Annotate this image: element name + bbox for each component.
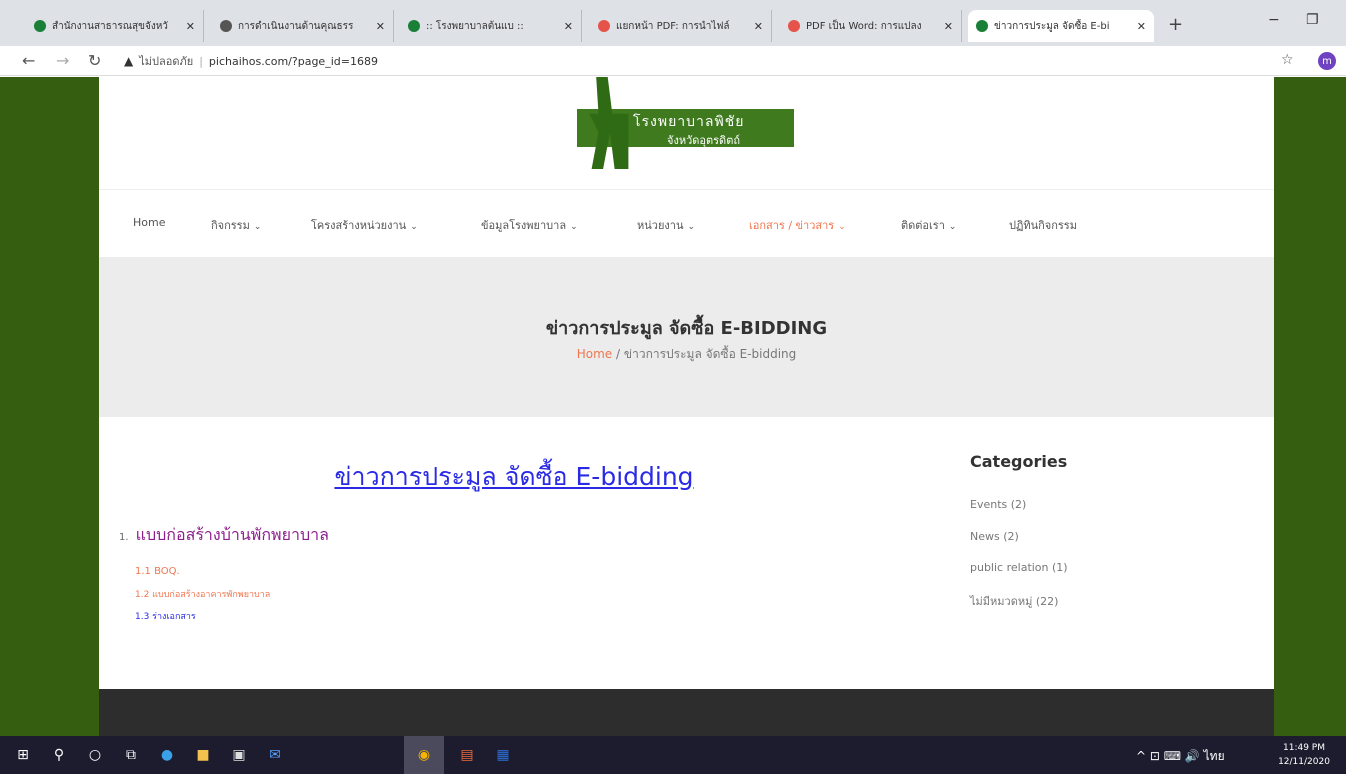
profile-avatar[interactable]: m	[1318, 52, 1336, 70]
forward-arrow-icon[interactable]: →	[56, 51, 69, 70]
site-favicon-icon	[976, 20, 988, 32]
menu-item-departments[interactable]: หน่วยงาน ⌄	[637, 216, 695, 234]
menu-item-structure[interactable]: โครงสร้างหน่วยงาน ⌄	[311, 216, 418, 234]
list-item-heading: 1. แบบก่อสร้างบ้านพักพยาบาล	[119, 523, 329, 548]
category-link-public-relation[interactable]: public relation (1)	[970, 561, 1068, 574]
chevron-down-icon: ⌄	[687, 222, 696, 232]
site-logo[interactable]: โรงพยาบาลพิชัย จังหวัดอุตรดิตถ์	[577, 77, 797, 169]
reload-icon[interactable]: ↻	[88, 51, 101, 70]
task-view-icon[interactable]: ⧉	[120, 744, 142, 766]
chrome-icon[interactable]: ◉	[413, 744, 435, 766]
chevron-down-icon: ⌄	[253, 222, 262, 232]
url-field[interactable]: ▲ ไม่ปลอดภัย | pichaihos.com/?page_id=16…	[124, 52, 378, 70]
browser-tab[interactable]: :: โรงพยาบาลต้นแบ :: ✕	[400, 10, 582, 42]
menu-item-contact[interactable]: ติดต่อเรา ⌄	[901, 216, 956, 234]
chevron-down-icon: ⌄	[570, 222, 578, 232]
language-indicator[interactable]: ไทย	[1204, 749, 1225, 763]
site-favicon-icon	[408, 20, 420, 32]
chevron-down-icon: ⌄	[410, 222, 418, 232]
clock-time: 11:49 PM	[1283, 743, 1325, 753]
breadcrumb: Home / ข่าวการประมูล จัดซื้อ E-bidding	[99, 345, 1274, 364]
restore-button[interactable]: ❐	[1306, 12, 1319, 28]
logo-line2: จังหวัดอุตรดิตถ์	[667, 134, 740, 147]
cortana-icon[interactable]: ○	[84, 744, 106, 766]
file-explorer-icon[interactable]: ■	[192, 744, 214, 766]
browser-tab[interactable]: PDF เป็น Word: การแปลง ✕	[780, 10, 962, 42]
pdf-favicon-icon	[788, 20, 800, 32]
logo-line1: โรงพยาบาลพิชัย	[633, 114, 745, 130]
menu-item-documents[interactable]: เอกสาร / ข่าวสาร ⌄	[749, 216, 846, 234]
chevron-down-icon: ⌄	[838, 222, 846, 232]
subitem-link-boq[interactable]: 1.1 BOQ.	[135, 566, 180, 577]
back-arrow-icon[interactable]: ←	[22, 51, 35, 70]
bookmark-star-icon[interactable]: ☆	[1281, 52, 1294, 68]
list-number: 1.	[119, 532, 129, 543]
category-link-news[interactable]: News (2)	[970, 530, 1019, 543]
globe-icon	[220, 20, 232, 32]
browser-tab-active[interactable]: ข่าวการประมูล จัดซื้อ E-bi ✕	[968, 10, 1154, 42]
close-tab-icon[interactable]: ✕	[944, 20, 953, 33]
windows-start-icon[interactable]: ⊞	[12, 744, 34, 766]
browser-tab-strip: สำนักงานสาธารณสุขจังหวั ✕ การดำเนินงานด้…	[0, 0, 1346, 46]
store-icon[interactable]: ▣	[228, 744, 250, 766]
list-item-title: แบบก่อสร้างบ้านพักพยาบาล	[135, 525, 329, 544]
clock-date: 12/11/2020	[1278, 757, 1330, 767]
word-icon[interactable]: ▦	[492, 744, 514, 766]
page-header-banner: ข่าวการประมูล จัดซื้อ E-BIDDING Home / ข…	[99, 257, 1274, 417]
category-link-events[interactable]: Events (2)	[970, 498, 1026, 511]
windows-taskbar: ⊞ ⚲ ○ ⧉ ● ■ ▣ ✉ ◉ ▤ ▦ ^ ⊡ ⌨ 🔊 ไทย 11:49 …	[0, 736, 1346, 774]
pdf-favicon-icon	[598, 20, 610, 32]
menu-item-calendar[interactable]: ปฏิทินกิจกรรม	[1009, 216, 1077, 234]
browser-tab[interactable]: สำนักงานสาธารณสุขจังหวั ✕	[26, 10, 204, 42]
subitem-link-building-plan[interactable]: 1.2 แบบก่อสร้างอาคารพักพยาบาล	[135, 587, 270, 601]
categories-heading: Categories	[970, 452, 1068, 471]
breadcrumb-current: ข่าวการประมูล จัดซื้อ E-bidding	[623, 347, 797, 361]
post-title-link[interactable]: ข่าวการประมูล จัดซื้อ E-bidding	[99, 457, 929, 497]
edge-icon[interactable]: ●	[156, 744, 178, 766]
page-container: โรงพยาบาลพิชัย จังหวัดอุตรดิตถ์ Home กิจ…	[99, 77, 1274, 736]
browser-tab[interactable]: แยกหน้า PDF: การนำไฟล์ ✕	[590, 10, 772, 42]
mail-icon[interactable]: ✉	[264, 744, 286, 766]
close-tab-icon[interactable]: ✕	[1137, 20, 1146, 33]
search-icon[interactable]: ⚲	[48, 744, 70, 766]
menu-item-hospital-info[interactable]: ข้อมูลโรงพยาบาล ⌄	[481, 216, 578, 234]
breadcrumb-home-link[interactable]: Home	[577, 347, 612, 361]
logo-tree-icon	[589, 77, 629, 169]
page-title: ข่าวการประมูล จัดซื้อ E-BIDDING	[545, 318, 828, 339]
menu-item-activities[interactable]: กิจกรรม ⌄	[211, 216, 261, 234]
url-separator: |	[199, 54, 203, 68]
chevron-down-icon: ⌄	[948, 222, 957, 232]
url-text: pichaihos.com/?page_id=1689	[208, 54, 378, 68]
new-tab-button[interactable]: +	[1168, 14, 1183, 35]
address-bar: ← → ↻ ▲ ไม่ปลอดภัย | pichaihos.com/?page…	[0, 46, 1346, 76]
page-viewport: โรงพยาบาลพิชัย จังหวัดอุตรดิตถ์ Home กิจ…	[0, 77, 1346, 736]
subitem-link-draft-document[interactable]: 1.3 ร่างเอกสาร	[135, 609, 196, 623]
warning-icon: ▲	[124, 54, 134, 68]
main-menu: Home กิจกรรม ⌄ โครงสร้างหน่วยงาน ⌄ ข้อมูลโ…	[99, 189, 1274, 257]
system-tray[interactable]: ^ ⊡ ⌨ 🔊 ไทย	[1136, 747, 1225, 766]
close-tab-icon[interactable]: ✕	[186, 20, 195, 33]
close-tab-icon[interactable]: ✕	[376, 20, 385, 33]
close-tab-icon[interactable]: ✕	[564, 20, 573, 33]
site-favicon-icon	[34, 20, 46, 32]
minimize-button[interactable]: −	[1268, 12, 1280, 28]
breadcrumb-separator: /	[616, 347, 621, 361]
close-tab-icon[interactable]: ✕	[754, 20, 763, 33]
category-link-uncategorized[interactable]: ไม่มีหมวดหมู่ (22)	[970, 592, 1058, 610]
menu-item-home[interactable]: Home	[133, 216, 165, 229]
taskbar-clock[interactable]: 11:49 PM 12/11/2020	[1266, 741, 1342, 769]
site-footer	[99, 689, 1274, 736]
security-label: ไม่ปลอดภัย	[139, 55, 194, 68]
powerpoint-icon[interactable]: ▤	[456, 744, 478, 766]
browser-tab[interactable]: การดำเนินงานด้านคุณธรร ✕	[212, 10, 394, 42]
